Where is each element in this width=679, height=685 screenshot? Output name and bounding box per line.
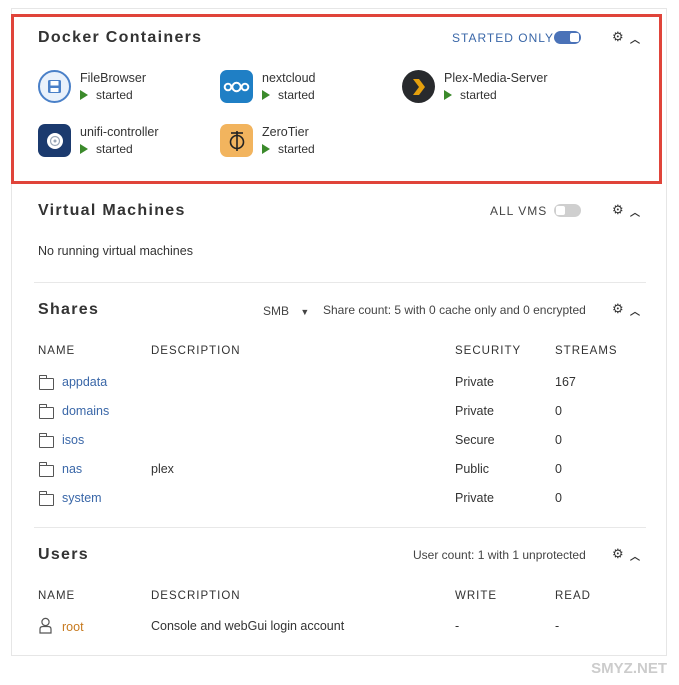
- container-filebrowser[interactable]: FileBrowser started: [38, 70, 208, 106]
- vms-gear-icon[interactable]: ⚙: [612, 202, 624, 218]
- share-security: Private: [455, 404, 494, 418]
- user-write: -: [455, 619, 460, 633]
- user-name-link[interactable]: root: [62, 620, 84, 634]
- container-status: started: [80, 142, 133, 156]
- users-summary: User count: 1 with 1 unprotected: [413, 548, 586, 562]
- shares-summary: Share count: 5 with 0 cache only and 0 e…: [323, 303, 586, 317]
- folder-icon: [38, 375, 54, 390]
- share-streams: 0: [555, 491, 562, 505]
- folder-icon: [38, 433, 54, 448]
- started-only-label: STARTED ONLY: [452, 31, 555, 45]
- col-name: NAME: [38, 590, 76, 602]
- watermark: SMYZ.NET: [591, 660, 667, 677]
- shares-title: Shares: [38, 301, 100, 318]
- vms-title: Virtual Machines: [38, 202, 186, 219]
- started-only-toggle[interactable]: [554, 31, 581, 44]
- dashboard-panel: Docker Containers STARTED ONLY ⚙ ︿ FileB…: [11, 8, 667, 656]
- container-unifi-controller[interactable]: unifi-controller started: [38, 124, 208, 160]
- col-write: WRITE: [455, 590, 498, 602]
- unifi-icon: [38, 124, 71, 157]
- container-plex[interactable]: Plex-Media-Server started: [402, 70, 602, 106]
- section-divider: [34, 282, 646, 283]
- vms-collapse-icon[interactable]: ︿: [630, 204, 640, 219]
- docker-title: Docker Containers: [38, 29, 203, 46]
- shares-gear-icon[interactable]: ⚙: [612, 301, 624, 317]
- started-play-icon: [80, 90, 88, 100]
- protocol-select[interactable]: SMB ▼: [263, 304, 309, 318]
- col-description: DESCRIPTION: [151, 590, 241, 602]
- share-name-link[interactable]: appdata: [62, 375, 107, 389]
- share-name-link[interactable]: nas: [62, 462, 82, 476]
- users-title: Users: [38, 546, 89, 563]
- col-description: DESCRIPTION: [151, 345, 241, 357]
- share-streams: 167: [555, 375, 576, 389]
- container-nextcloud[interactable]: nextcloud started: [220, 70, 390, 106]
- col-read: READ: [555, 590, 591, 602]
- docker-collapse-icon[interactable]: ︿: [630, 31, 640, 46]
- container-status: started: [444, 88, 497, 102]
- share-streams: 0: [555, 433, 562, 447]
- container-name: ZeroTier: [262, 125, 309, 139]
- col-streams: STREAMS: [555, 345, 618, 357]
- share-streams: 0: [555, 404, 562, 418]
- share-security: Private: [455, 491, 494, 505]
- vms-empty-text: No running virtual machines: [38, 244, 193, 258]
- share-description: plex: [151, 462, 174, 476]
- users-gear-icon[interactable]: ⚙: [612, 546, 624, 562]
- share-security: Private: [455, 375, 494, 389]
- started-play-icon: [80, 144, 88, 154]
- container-status: started: [80, 88, 133, 102]
- container-status: started: [262, 142, 315, 156]
- all-vms-label: ALL VMS: [490, 204, 548, 218]
- share-security: Public: [455, 462, 490, 476]
- share-name-link[interactable]: system: [62, 491, 102, 505]
- share-name-link[interactable]: domains: [62, 404, 109, 418]
- filebrowser-icon: [38, 70, 71, 103]
- container-status: started: [262, 88, 315, 102]
- docker-gear-icon[interactable]: ⚙: [612, 29, 624, 45]
- plex-icon: [402, 70, 435, 103]
- container-name: unifi-controller: [80, 125, 159, 139]
- share-security: Secure: [455, 433, 495, 447]
- zerotier-icon: [220, 124, 253, 157]
- folder-icon: [38, 491, 54, 506]
- share-name-link[interactable]: isos: [62, 433, 84, 447]
- started-play-icon: [444, 90, 452, 100]
- started-play-icon: [262, 144, 270, 154]
- started-play-icon: [262, 90, 270, 100]
- user-read: -: [555, 619, 560, 633]
- users-collapse-icon[interactable]: ︿: [630, 548, 640, 563]
- col-security: SECURITY: [455, 345, 522, 357]
- user-icon: [39, 617, 52, 634]
- col-name: NAME: [38, 345, 76, 357]
- nextcloud-icon: [220, 70, 253, 103]
- container-name: Plex-Media-Server: [444, 71, 548, 85]
- folder-icon: [38, 404, 54, 419]
- all-vms-toggle[interactable]: [554, 204, 581, 217]
- container-name: nextcloud: [262, 71, 316, 85]
- section-divider: [34, 527, 646, 528]
- container-zerotier[interactable]: ZeroTier started: [220, 124, 390, 160]
- user-description: Console and webGui login account: [151, 619, 345, 633]
- folder-icon: [38, 462, 54, 477]
- dropdown-caret-icon: ▼: [300, 307, 310, 317]
- share-streams: 0: [555, 462, 562, 476]
- container-name: FileBrowser: [80, 71, 146, 85]
- shares-collapse-icon[interactable]: ︿: [630, 303, 640, 318]
